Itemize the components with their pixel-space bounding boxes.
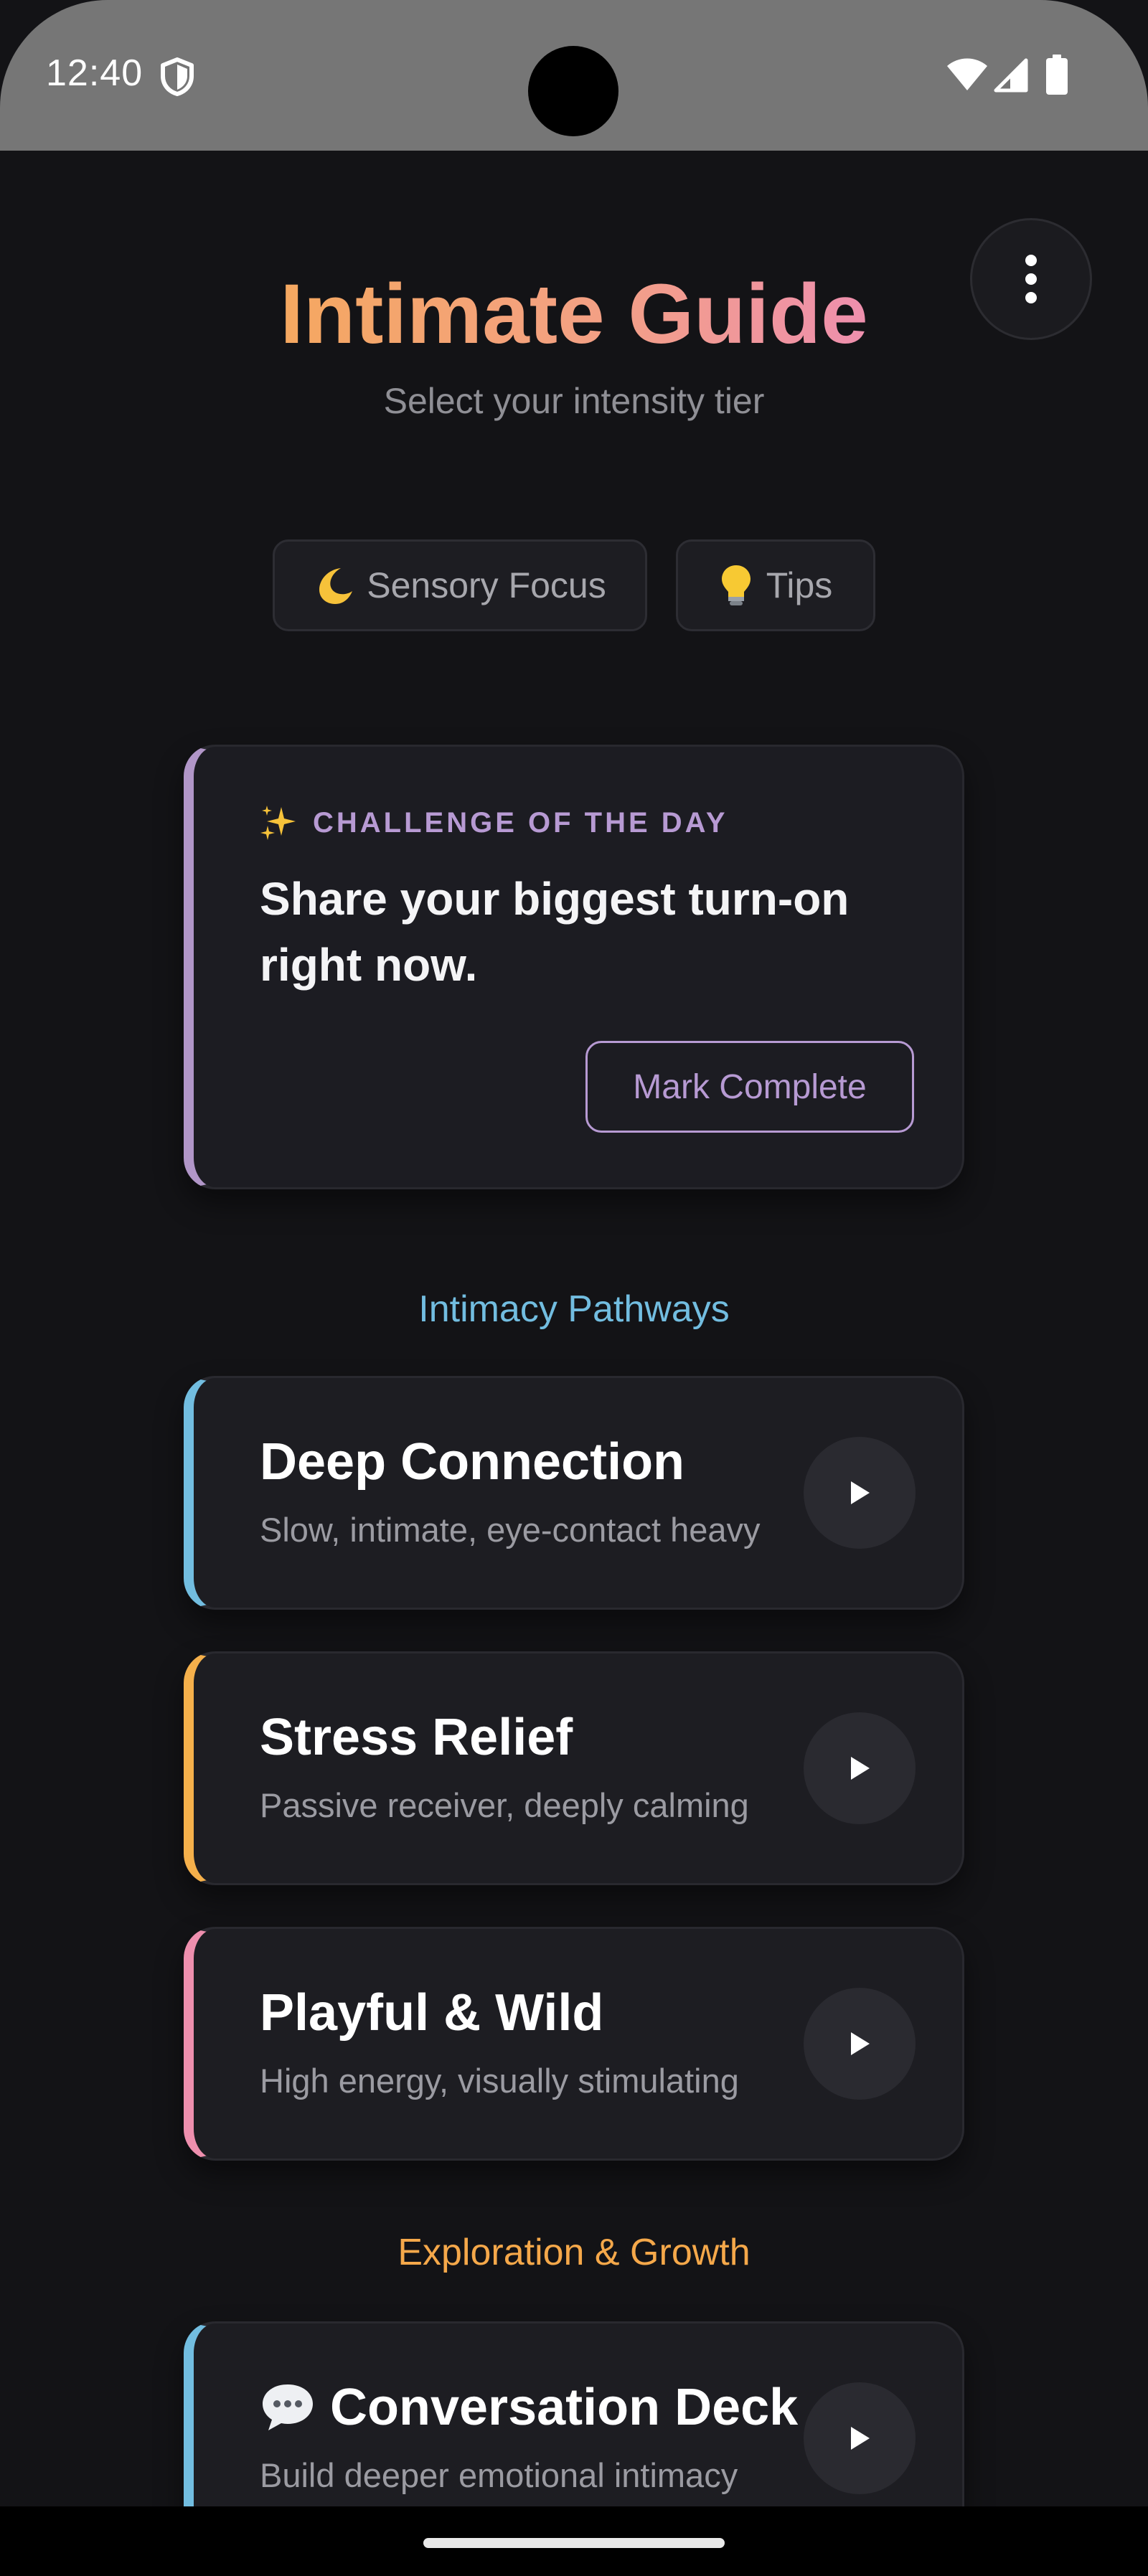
light-bulb-icon	[721, 565, 751, 605]
page-subtitle: Select your intensity tier	[383, 381, 765, 421]
crescent-moon-icon	[319, 568, 353, 604]
play-button[interactable]	[804, 1988, 916, 2100]
tips-chip[interactable]: Tips	[676, 539, 875, 631]
screen: 12:40 Intimate Guide Select your intensi…	[0, 0, 1148, 2576]
wifi-icon	[947, 58, 987, 90]
sensory-focus-label: Sensory Focus	[367, 565, 606, 605]
growth-title: Conversation Deck	[260, 2378, 798, 2437]
page-title: Intimate Guide	[0, 264, 1148, 364]
challenge-label: CHALLENGE OF THE DAY	[260, 804, 728, 841]
shield-icon	[161, 57, 194, 96]
battery-icon	[1046, 55, 1068, 95]
growth-title-text: Conversation Deck	[330, 2379, 799, 2436]
tips-label: Tips	[766, 565, 833, 605]
front-camera	[528, 46, 618, 136]
play-button[interactable]	[804, 2382, 916, 2494]
challenge-text: Share your biggest turn-on right now.	[260, 873, 850, 991]
mark-complete-button[interactable]: Mark Complete	[585, 1041, 914, 1133]
section-title-pathways: Intimacy Pathways	[418, 1288, 730, 1330]
challenge-label-text: CHALLENGE OF THE DAY	[313, 806, 728, 839]
sparkles-icon	[260, 806, 296, 840]
pathway-title: Playful & Wild	[260, 1984, 604, 2042]
pathway-subtitle: Passive receiver, deeply calming	[260, 1786, 749, 1824]
pathway-subtitle: High energy, visually stimulating	[260, 2062, 739, 2100]
sensory-focus-chip[interactable]: Sensory Focus	[273, 539, 647, 631]
play-icon	[851, 1757, 870, 1780]
play-icon	[851, 2427, 870, 2450]
challenge-card: CHALLENGE OF THE DAY Share your biggest …	[184, 745, 964, 1189]
play-icon	[851, 1481, 870, 1504]
play-icon	[851, 2032, 870, 2055]
pathway-title: Stress Relief	[260, 1709, 573, 1766]
pathway-card-stress-relief[interactable]: Stress Relief Passive receiver, deeply c…	[184, 1651, 964, 1885]
signal-icon	[994, 58, 1028, 93]
pathway-card-playful-wild[interactable]: Playful & Wild High energy, visually sti…	[184, 1927, 964, 2161]
play-button[interactable]	[804, 1712, 916, 1824]
page-title-text: Intimate Guide	[280, 267, 868, 362]
status-bar: 12:40	[0, 0, 1148, 151]
pathway-title: Deep Connection	[260, 1433, 685, 1491]
section-title-growth: Exploration & Growth	[397, 2232, 751, 2273]
home-indicator[interactable]	[423, 2538, 725, 2548]
pathway-card-deep-connection[interactable]: Deep Connection Slow, intimate, eye-cont…	[184, 1376, 964, 1610]
status-time: 12:40	[46, 52, 144, 94]
play-button[interactable]	[804, 1437, 916, 1549]
pathway-subtitle: Slow, intimate, eye-contact heavy	[260, 1511, 761, 1549]
growth-subtitle: Build deeper emotional intimacy	[260, 2456, 738, 2494]
speech-bubble-icon	[263, 2384, 313, 2430]
